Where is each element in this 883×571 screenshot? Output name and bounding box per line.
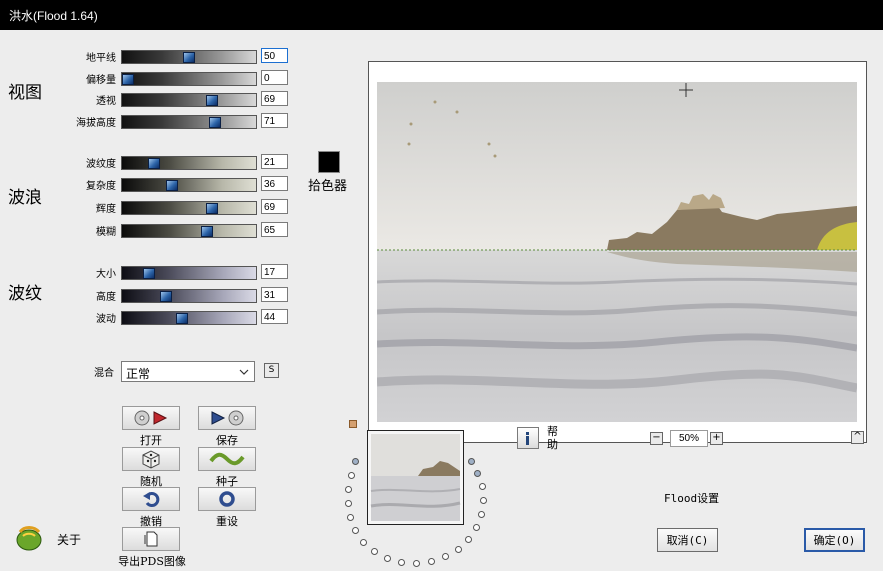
help-button[interactable] [517, 427, 539, 449]
undulation-slider[interactable] [121, 311, 257, 325]
reset-button[interactable] [198, 487, 256, 511]
slider-label: 模糊 [96, 227, 116, 238]
title-bar: 洪水(Flood 1.64) [0, 0, 883, 30]
perspective-slider[interactable] [121, 93, 257, 107]
slider-thumb[interactable] [166, 180, 178, 191]
export-pds-label: 导出PDS图像 [118, 555, 186, 568]
zoom-out-button[interactable]: − [650, 432, 663, 445]
window-title: 洪水(Flood 1.64) [9, 9, 98, 23]
color-picker-label: 拾色器 [308, 179, 348, 194]
navigator-corner-handle[interactable] [349, 420, 357, 428]
perspective-value-input[interactable]: 69 [261, 91, 288, 106]
slider-label: 高度 [96, 292, 116, 303]
slider-label: 地平线 [86, 53, 116, 64]
brightness-value-input[interactable]: 69 [261, 199, 288, 214]
brightness-slider[interactable] [121, 201, 257, 215]
height-slider[interactable] [121, 289, 257, 303]
navigator-dial[interactable] [338, 428, 498, 568]
slider-label: 海拔高度 [76, 118, 116, 129]
horizon-slider[interactable] [121, 50, 257, 64]
blur-value-input[interactable]: 65 [261, 222, 288, 237]
collapse-button[interactable]: ^ [851, 431, 864, 444]
blend-label: 混合 [94, 368, 114, 379]
altitude-value-input[interactable]: 71 [261, 113, 288, 128]
size-value-input[interactable]: 17 [261, 264, 288, 279]
blur-slider[interactable] [121, 224, 257, 238]
slider-thumb[interactable] [183, 52, 195, 63]
document-icon [144, 531, 158, 547]
help-label[interactable]: 帮助 [547, 425, 561, 451]
color-swatch[interactable] [318, 151, 340, 173]
save-disc-icon [211, 410, 244, 426]
blend-select-value: 正常 [126, 367, 151, 381]
offset-slider[interactable] [121, 72, 257, 86]
slider-label: 透视 [96, 96, 116, 107]
reset-label: 重设 [216, 515, 238, 528]
slider-thumb[interactable] [206, 95, 218, 106]
slider-label: 复杂度 [86, 181, 116, 192]
offset-value-input[interactable]: 0 [261, 70, 288, 85]
undo-icon [143, 492, 160, 507]
slider-label: 波动 [96, 314, 116, 325]
slider-thumb[interactable] [160, 291, 172, 302]
horizon-value-input[interactable]: 50 [261, 48, 288, 63]
cancel-button[interactable]: 取消(C) [657, 528, 718, 552]
slider-thumb[interactable] [122, 74, 134, 85]
dice-icon [142, 450, 160, 469]
chevron-down-icon [239, 369, 249, 375]
undulation-value-input[interactable]: 44 [261, 309, 288, 324]
preview-image[interactable] [377, 82, 857, 422]
about-label[interactable]: 关于 [57, 531, 81, 548]
undo-button[interactable] [122, 487, 180, 511]
random-button[interactable] [122, 447, 180, 471]
settings-label: Flood设置 [664, 492, 720, 505]
slider-label: 波纹度 [86, 159, 116, 170]
open-button[interactable] [122, 406, 180, 430]
altitude-slider[interactable] [121, 115, 257, 129]
slider-label: 大小 [96, 269, 116, 280]
height-value-input[interactable]: 31 [261, 287, 288, 302]
wave-icon [209, 452, 245, 466]
size-slider[interactable] [121, 266, 257, 280]
slider-thumb[interactable] [206, 203, 218, 214]
about-logo-icon[interactable] [14, 524, 44, 552]
zoom-level: 50% [670, 430, 708, 447]
slider-thumb[interactable] [143, 268, 155, 279]
complexity-value-input[interactable]: 36 [261, 176, 288, 191]
save-button[interactable] [198, 406, 256, 430]
slider-label: 辉度 [96, 204, 116, 215]
export-pds-button[interactable] [122, 527, 180, 551]
slider-thumb[interactable] [176, 313, 188, 324]
wave-ripple-value-input[interactable]: 21 [261, 154, 288, 169]
wave-ripple-slider[interactable] [121, 156, 257, 170]
blend-select[interactable]: 正常 [121, 361, 255, 382]
zoom-in-button[interactable]: + [710, 432, 723, 445]
slider-thumb[interactable] [148, 158, 160, 169]
save-label: 保存 [216, 434, 238, 447]
slider-thumb[interactable] [209, 117, 221, 128]
ok-button[interactable]: 确定(O) [804, 528, 865, 552]
dialog-body: 视图 波浪 波纹 地平线 50 偏移量 0 透视 69 海拔高度 71 波纹度 … [0, 30, 883, 571]
seed-button[interactable] [198, 447, 256, 471]
open-disc-icon [134, 410, 168, 426]
info-icon [526, 432, 529, 445]
s-button[interactable]: S [264, 363, 279, 378]
complexity-slider[interactable] [121, 178, 257, 192]
slider-thumb[interactable] [201, 226, 213, 237]
open-label: 打开 [140, 434, 162, 447]
flood-preview-picture [377, 82, 857, 422]
reset-ring-icon [219, 491, 235, 507]
preview-panel[interactable] [368, 61, 867, 443]
slider-label: 偏移量 [86, 75, 116, 86]
